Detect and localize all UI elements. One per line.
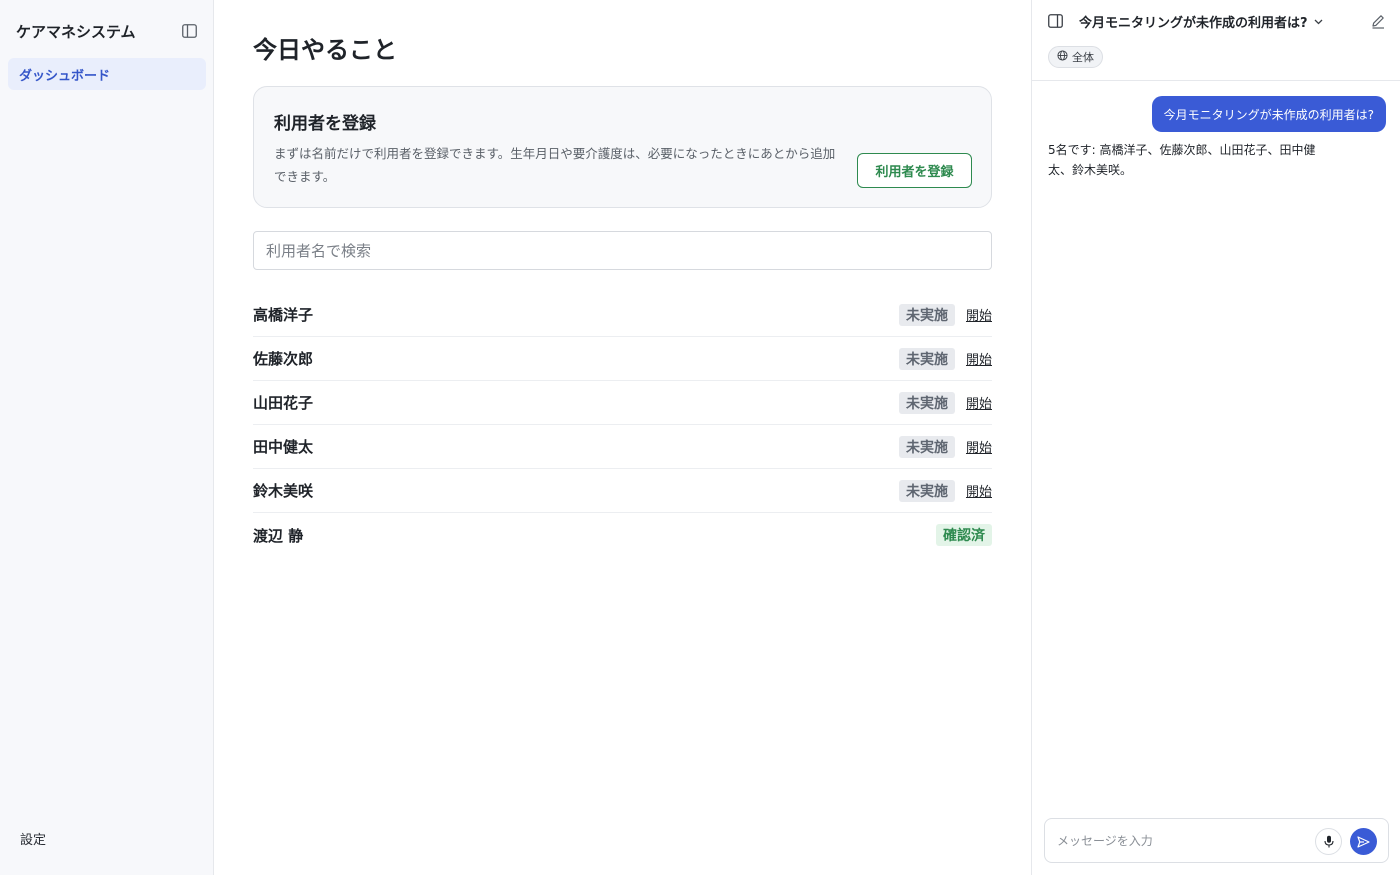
user-message: 今月モニタリングが未作成の利用者は? <box>1151 96 1386 132</box>
card-title: 利用者を登録 <box>274 114 376 134</box>
scope-label: 全体 <box>1072 51 1094 64</box>
panel-toggle-icon[interactable] <box>1048 13 1064 29</box>
sidebar: ケアマネシステム ダッシュボード 設定 <box>0 0 214 875</box>
row-actions: 未実施 開始 <box>898 391 992 414</box>
card-description: まずは名前だけで利用者を登録できます。生年月日や要介護度は、必要になったときにあ… <box>274 146 836 184</box>
status-badge: 未実施 <box>898 347 955 370</box>
table-row: 山田花子 未実施 開始 <box>253 381 992 425</box>
table-row: 田中健太 未実施 開始 <box>253 425 992 469</box>
client-name: 佐藤次郎 <box>253 350 314 368</box>
client-search-input[interactable] <box>253 231 992 270</box>
row-actions: 未実施 開始 <box>898 303 992 326</box>
client-name: 田中健太 <box>253 438 314 456</box>
sidebar-item-dashboard[interactable]: ダッシュボード <box>8 58 206 90</box>
sidebar-item-label: ダッシュボード <box>19 68 111 84</box>
chat-header: 今月モニタリングが未作成の利用者は? 全体 <box>1032 0 1400 81</box>
start-link[interactable]: 開始 <box>966 437 992 456</box>
microphone-icon[interactable] <box>1315 828 1342 855</box>
app-title: ケアマネシステム <box>16 22 136 41</box>
status-badge: 未実施 <box>898 479 955 502</box>
table-row: 鈴木美咲 未実施 開始 <box>253 469 992 513</box>
globe-icon <box>1057 50 1068 64</box>
scope-selector[interactable]: 全体 <box>1048 46 1103 68</box>
app-root: ケアマネシステム ダッシュボード 設定 今日やること 利用者を登録 まずは名前だ… <box>0 0 1400 875</box>
register-client-card: 利用者を登録 まずは名前だけで利用者を登録できます。生年月日や要介護度は、必要に… <box>253 86 992 208</box>
status-badge: 確認済 <box>936 524 992 546</box>
start-link[interactable]: 開始 <box>966 393 992 412</box>
new-chat-edit-icon[interactable] <box>1370 13 1386 29</box>
status-badge: 未実施 <box>898 303 955 326</box>
message-composer <box>1044 818 1389 863</box>
chat-title-dropdown[interactable]: 今月モニタリングが未作成の利用者は? <box>1079 12 1323 31</box>
table-row: 佐藤次郎 未実施 開始 <box>253 337 992 381</box>
row-actions: 確認済 <box>936 524 992 546</box>
chat-panel: 今月モニタリングが未作成の利用者は? 全体 今月モニタリングが未作成の利用者は?… <box>1031 0 1400 875</box>
page-title: 今日やること <box>253 36 397 64</box>
client-name: 高橋洋子 <box>253 306 314 324</box>
status-badge: 未実施 <box>898 435 955 458</box>
assistant-message: 5名です: 高橋洋子、佐藤次郎、山田花子、田中健太、鈴木美咲。 <box>1048 143 1316 177</box>
chevron-down-icon <box>1314 14 1323 29</box>
row-actions: 未実施 開始 <box>898 347 992 370</box>
main-content: 今日やること 利用者を登録 まずは名前だけで利用者を登録できます。生年月日や要介… <box>214 0 1031 875</box>
client-name: 渡辺 静 <box>253 526 304 545</box>
sidebar-header: ケアマネシステム <box>16 18 198 44</box>
chat-title: 今月モニタリングが未作成の利用者は? <box>1079 16 1308 31</box>
start-link[interactable]: 開始 <box>966 305 992 324</box>
client-list: 高橋洋子 未実施 開始 佐藤次郎 未実施 開始 山田花子 未実施 開始 田中健太… <box>253 293 992 557</box>
sidebar-item-settings[interactable]: 設定 <box>20 829 46 848</box>
start-link[interactable]: 開始 <box>966 481 992 500</box>
client-name: 山田花子 <box>253 394 314 412</box>
table-row: 渡辺 静 確認済 <box>253 513 992 557</box>
send-icon[interactable] <box>1350 828 1377 855</box>
row-actions: 未実施 開始 <box>898 479 992 502</box>
status-badge: 未実施 <box>898 391 955 414</box>
start-link[interactable]: 開始 <box>966 349 992 368</box>
client-name: 鈴木美咲 <box>253 482 314 500</box>
message-input[interactable] <box>1057 831 1307 851</box>
row-actions: 未実施 開始 <box>898 435 992 458</box>
sidebar-toggle-icon[interactable] <box>180 22 198 40</box>
table-row: 高橋洋子 未実施 開始 <box>253 293 992 337</box>
register-client-button[interactable]: 利用者を登録 <box>857 153 972 188</box>
